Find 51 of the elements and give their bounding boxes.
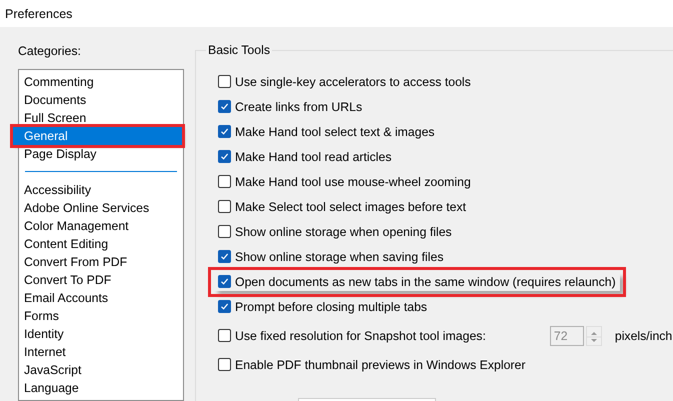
- checkbox-option[interactable]: Show online storage when opening files: [218, 222, 456, 240]
- categories-label: Categories:: [18, 44, 82, 58]
- checkbox[interactable]: [218, 329, 231, 342]
- checkmark-icon: [220, 302, 229, 311]
- checkbox[interactable]: [218, 175, 231, 188]
- category-item[interactable]: Convert To PDF: [20, 271, 182, 289]
- checkbox-option[interactable]: Make Select tool select images before text: [218, 198, 470, 216]
- category-item[interactable]: Adobe Online Services: [20, 199, 182, 217]
- category-item[interactable]: Full Screen: [20, 109, 182, 127]
- group-title: Basic Tools: [206, 43, 272, 57]
- checkbox[interactable]: [218, 275, 231, 288]
- window-title: Preferences: [5, 6, 72, 20]
- category-item[interactable]: Commenting: [20, 73, 182, 91]
- category-item[interactable]: Documents: [20, 91, 182, 109]
- checkbox[interactable]: [218, 250, 231, 263]
- checkbox[interactable]: [218, 225, 231, 238]
- checkbox[interactable]: [218, 200, 231, 213]
- category-item[interactable]: Forms: [20, 307, 182, 325]
- category-item[interactable]: General: [13, 127, 182, 145]
- checkbox-option[interactable]: Prompt before closing multiple tabs: [218, 298, 432, 316]
- checkbox-option[interactable]: Enable PDF thumbnail previews in Windows Explorer: [218, 356, 530, 374]
- checkbox-option[interactable]: Use single-key accelerators to access tools: [218, 72, 475, 90]
- unit-label: pixels/inch: [614, 328, 672, 342]
- checkbox[interactable]: [218, 75, 231, 88]
- category-item[interactable]: Page Display: [20, 145, 182, 163]
- checkbox[interactable]: [218, 125, 231, 138]
- checkmark-icon: [220, 152, 229, 161]
- category-item[interactable]: Accessibility: [20, 181, 182, 199]
- category-item[interactable]: JavaScript: [20, 361, 182, 379]
- checkmark-icon: [220, 127, 229, 136]
- category-item[interactable]: Color Management: [20, 217, 182, 235]
- checkbox-option[interactable]: Make Hand tool read articles: [218, 148, 396, 166]
- checkbox-option[interactable]: Make Hand tool select text & images: [218, 122, 439, 140]
- checkbox[interactable]: [218, 300, 231, 313]
- checkbox-option[interactable]: Use fixed resolution for Snapshot tool images:: [218, 326, 490, 344]
- checkbox-option[interactable]: Show online storage when saving files: [218, 248, 448, 266]
- category-item[interactable]: Convert From PDF: [20, 253, 182, 271]
- checkbox-option[interactable]: Open documents as new tabs in the same window (requires relaunch): [214, 272, 620, 290]
- checkbox-option[interactable]: Create links from URLs: [218, 98, 366, 116]
- category-item[interactable]: Identity: [20, 325, 182, 343]
- checkmark-icon: [220, 102, 229, 111]
- category-item[interactable]: Language: [20, 379, 182, 397]
- checkbox[interactable]: [218, 358, 231, 371]
- checkmark-icon: [220, 277, 229, 286]
- checkmark-icon: [220, 252, 229, 261]
- category-item[interactable]: Internet: [20, 343, 182, 361]
- checkbox-option[interactable]: Make Hand tool use mouse-wheel zooming: [218, 172, 475, 190]
- category-item[interactable]: Content Editing: [20, 235, 182, 253]
- category-item[interactable]: Email Accounts: [20, 289, 182, 307]
- checkbox[interactable]: [218, 150, 231, 163]
- checkbox[interactable]: [218, 100, 231, 113]
